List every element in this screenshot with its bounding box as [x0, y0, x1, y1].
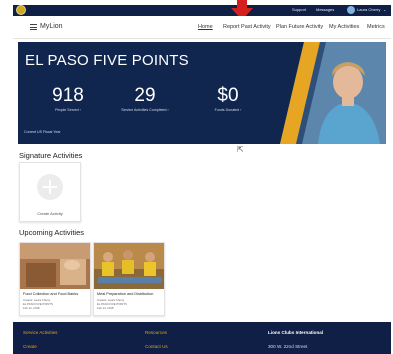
lions-logo-icon[interactable]	[16, 5, 26, 15]
stat-value: $0	[217, 85, 239, 106]
event-card-meal-preparation[interactable]: Meal Preparation and Distribution Creato…	[93, 242, 165, 316]
main-nav: MyLion Home Report Past Activity Plan Fu…	[13, 16, 391, 39]
menu-icon[interactable]	[30, 24, 37, 30]
event-date: Feb 14, 2018	[97, 306, 114, 310]
stat-label: Funds Donated ›	[214, 108, 242, 112]
stat-label: People Served ›	[55, 108, 81, 112]
stat-value: 29	[134, 85, 156, 106]
signature-activities-heading: Signature Activities	[19, 151, 83, 160]
brand-title[interactable]: MyLion	[40, 22, 63, 31]
footer-link-contact[interactable]: Contact Us	[145, 344, 168, 350]
create-activity-card[interactable]: Create Activity	[19, 162, 81, 222]
footer: Service Activities Create Resources Cont…	[13, 322, 391, 354]
upcoming-activities-heading: Upcoming Activities	[19, 228, 85, 237]
footer-org-name: Lions Clubs International	[268, 330, 324, 335]
create-activity-label[interactable]: Create Activity	[20, 211, 80, 216]
fiscal-year-label: Current US Fiscal Year	[24, 130, 61, 134]
utility-bar: Support Messages Laura Cherry ⌄	[13, 5, 391, 16]
nav-report-past-activity[interactable]: Report Past Activity	[223, 23, 271, 31]
event-title[interactable]: Meal Preparation and Distribution	[97, 292, 153, 297]
avatar[interactable]	[347, 6, 355, 14]
nav-metrics[interactable]: Metrics	[367, 23, 385, 31]
footer-heading-resources[interactable]: Resources	[145, 330, 167, 336]
stat-label: Service Activities Completed ›	[121, 108, 169, 112]
event-title[interactable]: Food Collection and Food Banks	[23, 292, 78, 297]
club-banner: EL PASO FIVE POINTS 918 People Served › …	[18, 42, 386, 144]
nav-my-activities[interactable]: My Activities	[329, 23, 359, 31]
plus-icon[interactable]	[37, 174, 63, 200]
cursor-icon: ⇱	[237, 145, 244, 154]
app-frame: Support Messages Laura Cherry ⌄ MyLion H…	[13, 0, 391, 354]
event-date: Feb 12, 2018	[23, 306, 40, 310]
footer-link-create[interactable]: Create	[23, 344, 37, 350]
stat-people-served: 918 People Served ›	[38, 85, 98, 113]
meal-preparation-photo	[94, 243, 164, 289]
stat-service-activities: 29 Service Activities Completed ›	[110, 85, 180, 113]
food-collection-photo	[20, 243, 90, 289]
user-name[interactable]: Laura Cherry	[357, 6, 380, 14]
stat-funds-donated: $0 Funds Donated ›	[198, 85, 258, 113]
event-card-food-collection[interactable]: Food Collection and Food Banks Creator: …	[19, 242, 91, 316]
stat-value: 918	[52, 85, 84, 106]
nav-home[interactable]: Home	[198, 23, 213, 31]
footer-heading-service[interactable]: Service Activities	[23, 330, 57, 336]
footer-address: 300 W. 22nd Street	[268, 344, 308, 349]
nav-plan-future-activity[interactable]: Plan Future Activity	[276, 23, 323, 31]
chevron-down-icon[interactable]: ⌄	[383, 6, 386, 14]
club-name: EL PASO FIVE POINTS	[25, 52, 189, 69]
support-link[interactable]: Support	[292, 6, 306, 14]
messages-link[interactable]: Messages	[316, 6, 334, 14]
volunteer-photo	[280, 42, 386, 144]
